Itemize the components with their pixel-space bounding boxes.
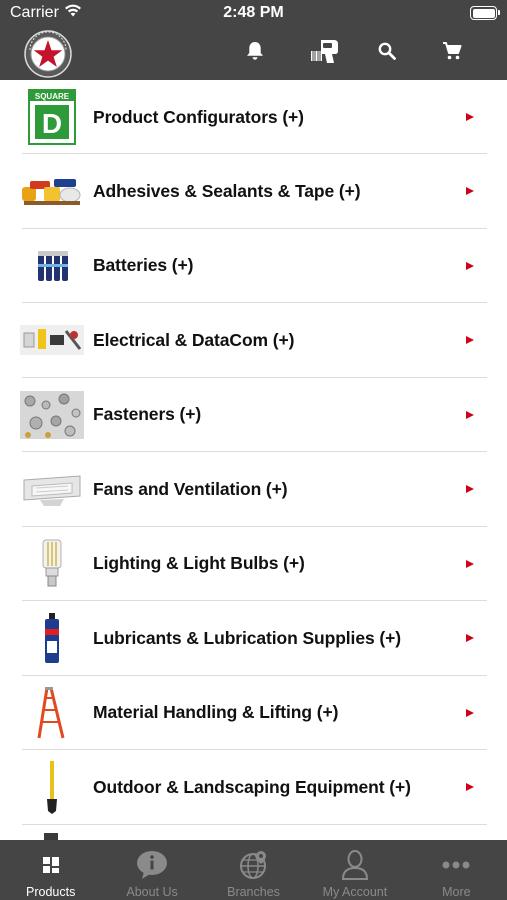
star-seal-logo-icon[interactable] (24, 30, 72, 78)
category-row-product-configurators[interactable]: SQUARE D Product Configurators (+) (0, 80, 507, 154)
tab-label: Branches (227, 885, 280, 899)
tab-my-account[interactable]: My Account (304, 840, 405, 900)
search-icon (378, 42, 396, 65)
category-label: Batteries (+) (93, 255, 194, 276)
tab-label: My Account (322, 885, 388, 899)
light-bulb-icon (20, 536, 84, 592)
shovel-icon (20, 759, 84, 815)
info-icon (135, 850, 169, 880)
fasteners-icon (20, 387, 84, 443)
chevron-right-icon (466, 113, 474, 121)
chevron-right-icon (466, 336, 474, 345)
bell-icon (246, 41, 264, 66)
globe-pin-icon (237, 850, 271, 880)
battery-icon (470, 6, 500, 20)
category-row-electrical[interactable]: Electrical & DataCom (+) (0, 303, 507, 378)
barcode-scanner-button[interactable] (308, 38, 342, 68)
cart-button[interactable] (437, 38, 467, 68)
category-row-batteries[interactable]: Batteries (+) (0, 229, 507, 304)
tab-about-us[interactable]: About Us (101, 840, 202, 900)
status-bar: Carrier 2:48 PM (0, 0, 507, 28)
chevron-right-icon (466, 634, 474, 643)
tab-branches[interactable]: Branches (203, 840, 304, 900)
category-label: Fasteners (+) (93, 404, 202, 425)
chevron-right-icon (466, 485, 474, 494)
ladder-icon (20, 685, 84, 741)
tab-more[interactable]: More (406, 840, 507, 900)
tab-products[interactable]: Products (0, 840, 101, 900)
chevron-right-icon (466, 559, 474, 568)
category-row-fasteners[interactable]: Fasteners (+) (0, 378, 507, 453)
category-label: Product Configurators (+) (93, 106, 304, 127)
bottom-tab-bar: Products About Us Branches My Account Mo… (0, 840, 507, 900)
category-row-fans[interactable]: Fans and Ventilation (+) (0, 452, 507, 527)
category-label: Fans and Ventilation (+) (93, 478, 288, 499)
category-list[interactable]: SQUARE D Product Configurators (+) Adhes… (0, 80, 507, 840)
category-label: Electrical & DataCom (+) (93, 329, 295, 350)
category-row-lighting[interactable]: Lighting & Light Bulbs (+) (0, 527, 507, 602)
batteries-icon (20, 238, 84, 294)
category-row-material-handling[interactable]: Material Handling & Lifting (+) (0, 676, 507, 751)
cart-icon (442, 41, 462, 66)
svg-text:D: D (42, 108, 62, 139)
tab-label: More (442, 885, 471, 899)
chevron-right-icon (466, 708, 474, 717)
tab-label: Products (26, 885, 76, 899)
chevron-right-icon (466, 261, 474, 270)
ellipsis-icon (439, 850, 473, 880)
grid-icon (34, 850, 68, 880)
barcode-scanner-icon (310, 37, 340, 70)
category-row-lubricants[interactable]: Lubricants & Lubrication Supplies (+) (0, 601, 507, 676)
fan-icon (20, 461, 84, 517)
category-row-adhesives[interactable]: Adhesives & Sealants & Tape (+) (0, 154, 507, 229)
chevron-right-icon (466, 410, 474, 419)
electrical-icon (20, 312, 84, 368)
notifications-button[interactable] (240, 38, 270, 68)
category-label: Material Handling & Lifting (+) (93, 702, 339, 723)
person-icon (338, 850, 372, 880)
lubricant-can-icon (20, 610, 84, 666)
category-row-partial[interactable] (0, 825, 507, 840)
category-label: Adhesives & Sealants & Tape (+) (93, 180, 361, 201)
tab-label: About Us (126, 885, 178, 899)
category-label: Lubricants & Lubrication Supplies (+) (93, 627, 401, 648)
chevron-right-icon (466, 783, 474, 792)
square-d-logo-icon: SQUARE D (20, 89, 84, 145)
chevron-right-icon (466, 187, 474, 196)
status-time: 2:48 PM (223, 4, 284, 21)
category-label: Outdoor & Landscaping Equipment (+) (93, 776, 411, 797)
partial-item-icon (20, 832, 84, 840)
app-header: Carrier 2:48 PM (0, 0, 507, 80)
adhesives-icon (20, 163, 84, 219)
category-row-outdoor[interactable]: Outdoor & Landscaping Equipment (+) (0, 750, 507, 825)
search-button[interactable] (372, 38, 402, 68)
svg-text:SQUARE: SQUARE (35, 92, 70, 101)
category-label: Lighting & Light Bulbs (+) (93, 553, 305, 574)
